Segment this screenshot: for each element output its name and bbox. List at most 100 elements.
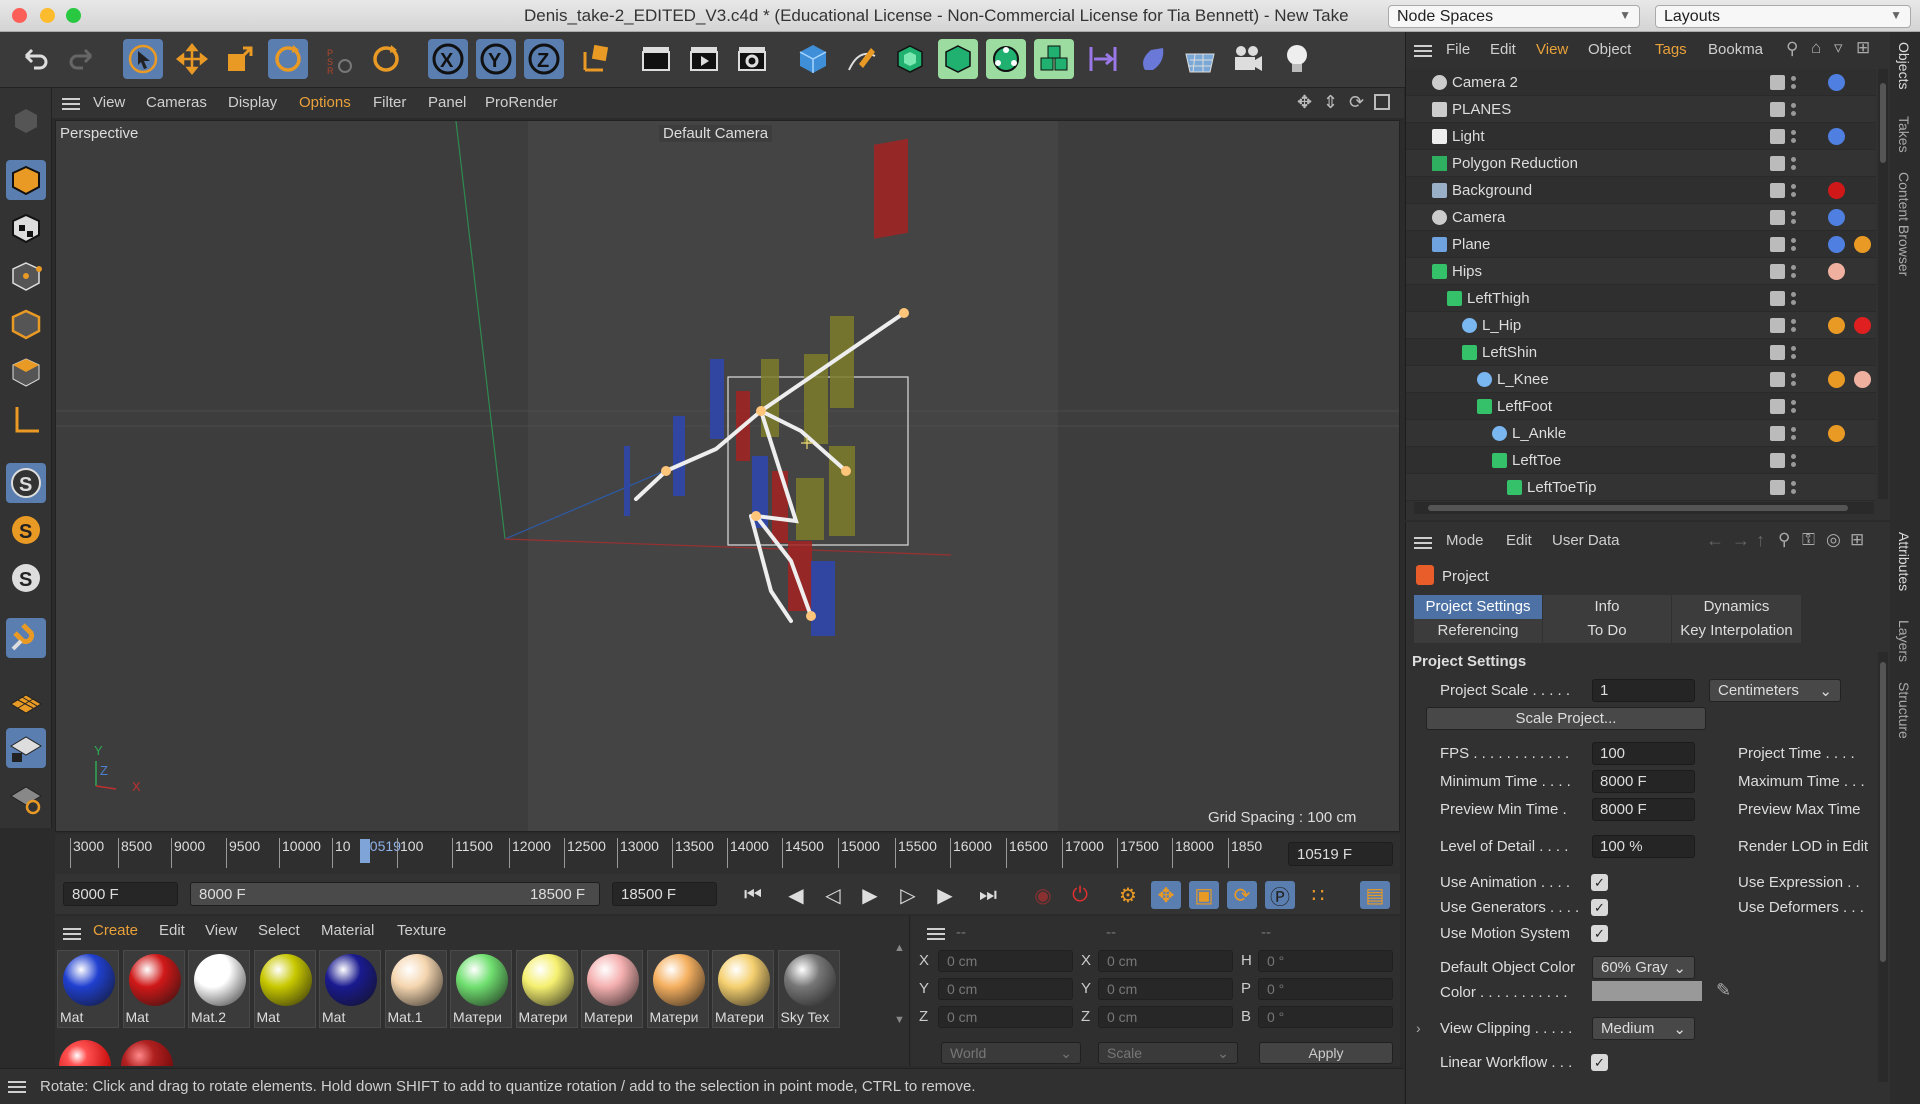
default-object-color-select[interactable]: 60% Gray ⌄ xyxy=(1592,956,1695,979)
object-scrollbar[interactable] xyxy=(1878,69,1888,499)
layer-check-icon[interactable] xyxy=(1770,345,1785,360)
snap-settings-button[interactable]: S xyxy=(6,510,46,550)
project-scale-field[interactable]: 1 xyxy=(1592,679,1695,702)
axis-mode-button[interactable] xyxy=(6,400,46,440)
scale-project-button[interactable]: Scale Project... xyxy=(1426,707,1706,730)
timeline-playhead[interactable] xyxy=(360,839,370,863)
move-view-icon[interactable]: ✥ xyxy=(1297,92,1312,113)
object-row[interactable]: Plane xyxy=(1406,231,1876,258)
apply-button[interactable]: Apply xyxy=(1259,1042,1393,1064)
minimize-window-button[interactable] xyxy=(40,8,55,23)
tweak-mode-button[interactable] xyxy=(6,618,46,658)
object-row[interactable]: LeftThigh xyxy=(1406,285,1876,312)
side-tab-takes[interactable]: Takes xyxy=(1896,116,1912,153)
deformer-button[interactable] xyxy=(1083,39,1123,79)
side-tab-attributes[interactable]: Attributes xyxy=(1896,532,1912,591)
menu-options[interactable]: Options xyxy=(299,94,351,111)
object-row[interactable]: LeftToeTip xyxy=(1406,474,1876,501)
layer-check-icon[interactable] xyxy=(1770,453,1785,468)
undo-button[interactable] xyxy=(15,39,55,79)
minimum-time-field[interactable]: 8000 F xyxy=(1592,770,1695,793)
tag-icon[interactable] xyxy=(1854,371,1871,388)
layer-check-icon[interactable] xyxy=(1770,480,1785,495)
menu-filter[interactable]: Filter xyxy=(373,94,406,111)
layer-check-icon[interactable] xyxy=(1770,183,1785,198)
preview-min-time-field[interactable]: 8000 F xyxy=(1592,798,1695,821)
timeline-scheme-button[interactable]: ▤ xyxy=(1360,881,1390,909)
material-swatch[interactable]: Матери xyxy=(581,950,643,1028)
home-icon[interactable]: ⌂ xyxy=(1811,38,1821,58)
material-ball[interactable] xyxy=(59,1040,111,1066)
render-to-picture-viewer-button[interactable] xyxy=(684,39,724,79)
layouts-select[interactable]: Layouts ▼ xyxy=(1655,5,1911,28)
visibility-dots-icon[interactable] xyxy=(1790,128,1796,145)
pen-spline-button[interactable] xyxy=(842,39,882,79)
next-key-button[interactable]: ▶ xyxy=(930,881,960,909)
use-generators-checkbox[interactable]: ✓ xyxy=(1591,899,1608,916)
cube-object-button[interactable] xyxy=(793,39,833,79)
object-row[interactable]: Hips xyxy=(1406,258,1876,285)
key-position-button[interactable]: ✥ xyxy=(1151,881,1181,909)
side-tab-content-browser[interactable]: Content Browser xyxy=(1896,172,1912,276)
visibility-dots-icon[interactable] xyxy=(1790,317,1796,334)
linear-workflow-checkbox[interactable]: ✓ xyxy=(1591,1054,1608,1071)
psr-button[interactable]: PSR xyxy=(318,39,358,79)
eyedropper-icon[interactable]: ✎ xyxy=(1716,980,1731,1001)
tag-icon[interactable] xyxy=(1828,74,1845,91)
target-icon[interactable]: ◎ xyxy=(1826,530,1841,550)
object-row[interactable]: Camera 2 xyxy=(1406,69,1876,96)
object-h-scrollbar[interactable] xyxy=(1414,502,1874,514)
visibility-dots-icon[interactable] xyxy=(1790,452,1796,469)
visibility-dots-icon[interactable] xyxy=(1790,101,1796,118)
visibility-dots-icon[interactable] xyxy=(1790,236,1796,253)
side-tab-structure[interactable]: Structure xyxy=(1896,682,1912,739)
menu-panel[interactable]: Panel xyxy=(428,94,466,111)
hamburger-icon[interactable] xyxy=(63,928,81,940)
key-pla-button[interactable]: ∷ xyxy=(1303,881,1333,909)
z-axis-lock-button[interactable]: Z xyxy=(524,39,564,79)
coord-value-field[interactable]: 0 cm xyxy=(1098,978,1233,1000)
layer-check-icon[interactable] xyxy=(1770,426,1785,441)
layer-check-icon[interactable] xyxy=(1770,129,1785,144)
hamburger-icon[interactable] xyxy=(8,1081,26,1093)
visibility-dots-icon[interactable] xyxy=(1790,479,1796,496)
tab-info[interactable]: Info xyxy=(1543,595,1671,619)
range-slider[interactable]: 8000 F 18500 F xyxy=(190,882,600,906)
menu-file[interactable]: File xyxy=(1446,41,1470,58)
menu-tags[interactable]: Tags xyxy=(1655,41,1687,58)
object-row[interactable]: Polygon Reduction xyxy=(1406,150,1876,177)
layer-check-icon[interactable] xyxy=(1770,102,1785,117)
tab-to-do[interactable]: To Do xyxy=(1543,619,1671,643)
material-swatch[interactable]: Матери xyxy=(450,950,512,1028)
material-swatch[interactable]: Mat xyxy=(57,950,119,1028)
up-arrow-icon[interactable]: ↑ xyxy=(1756,530,1765,551)
object-row[interactable]: Light xyxy=(1406,123,1876,150)
subdivision-surface-button[interactable] xyxy=(890,39,930,79)
tab-referencing[interactable]: Referencing xyxy=(1414,619,1542,643)
menu-view[interactable]: View xyxy=(205,922,237,939)
object-row[interactable]: LeftFoot xyxy=(1406,393,1876,420)
visibility-dots-icon[interactable] xyxy=(1790,398,1796,415)
menu-object[interactable]: Object xyxy=(1588,41,1631,58)
camera-object-button[interactable] xyxy=(1228,39,1268,79)
zoom-view-icon[interactable]: ⇕ xyxy=(1323,92,1338,113)
tag-icon[interactable] xyxy=(1828,236,1845,253)
object-row[interactable]: L_Ankle xyxy=(1406,420,1876,447)
rotate-tool-button[interactable] xyxy=(268,39,308,79)
menu-view[interactable]: View xyxy=(93,94,125,111)
record-disabled-icon[interactable]: ◉ xyxy=(1028,881,1058,909)
object-row[interactable]: Background xyxy=(1406,177,1876,204)
tab-key-interpolation[interactable]: Key Interpolation xyxy=(1672,619,1801,643)
object-row[interactable]: Camera xyxy=(1406,204,1876,231)
coord-value-field[interactable]: 0 cm xyxy=(938,978,1073,1000)
key-scale-button[interactable]: ▣ xyxy=(1189,881,1219,909)
autokey-button[interactable]: ⚙ xyxy=(1113,881,1143,909)
forward-arrow-icon[interactable]: → xyxy=(1732,530,1750,551)
visibility-dots-icon[interactable] xyxy=(1790,155,1796,172)
material-swatch[interactable]: Mat xyxy=(122,950,185,1028)
tag-icon[interactable] xyxy=(1828,263,1845,280)
new-window-icon[interactable]: ⊞ xyxy=(1856,38,1870,58)
back-arrow-icon[interactable]: ← xyxy=(1706,530,1724,551)
material-swatch[interactable]: Матери xyxy=(712,950,774,1028)
tag-icon[interactable] xyxy=(1828,425,1845,442)
